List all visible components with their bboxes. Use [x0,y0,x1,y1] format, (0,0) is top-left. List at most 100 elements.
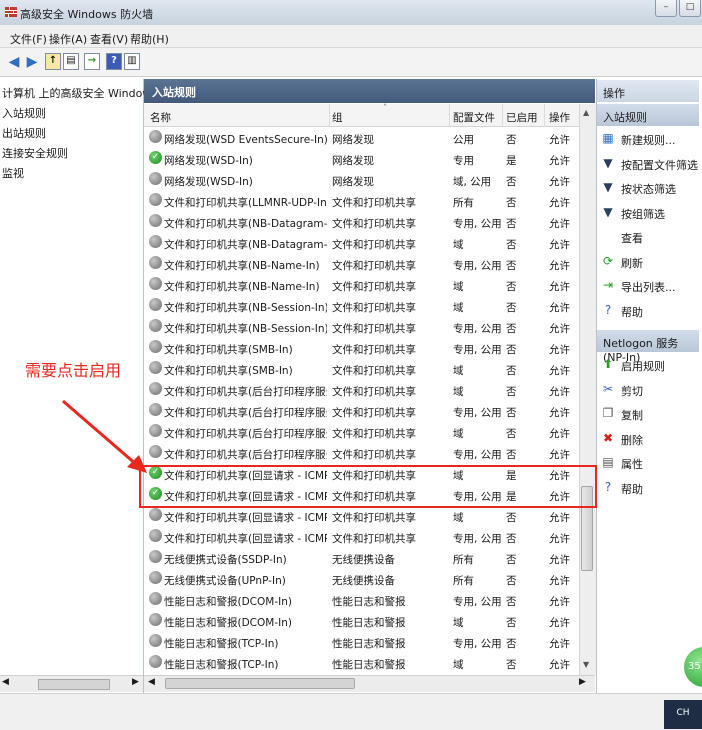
table-row[interactable]: 文件和打印机共享(NB-Datagram-In) 文件和打印机共享 专用, 公用否 允… [144,211,579,232]
forward-icon[interactable]: ▶ [24,54,40,70]
table-row[interactable]: 性能日志和警报(DCOM-In) 性能日志和警报 域 否 允许 [144,610,579,631]
rule-enabled: 否 [506,176,517,188]
rule-group: 文件和打印机共享 [332,407,416,419]
table-row[interactable]: 网络发现(WSD EventsSecure-In) 网络发现 公用 否 允许 [144,127,579,148]
rule-group: 文件和打印机共享 [332,386,416,398]
scroll-right-icon[interactable]: ▶ [579,677,586,687]
col-name[interactable]: 名称 [150,110,171,125]
scroll-right-icon[interactable]: ▶ [132,677,139,687]
rule-disabled-icon [149,655,162,668]
col-group[interactable]: 组 [332,110,343,125]
action-item[interactable]: ▼ 按状态筛选 [601,178,697,198]
rule-enabled: 否 [506,344,517,356]
export-icon[interactable]: → [84,53,100,70]
table-row[interactable]: 文件和打印机共享(NB-Name-In) 文件和打印机共享 域 否 允许 [144,274,579,295]
show-hide-tree-icon[interactable]: ▤ [63,53,79,70]
rule-name: 无线便携式设备(SSDP-In) [164,554,287,566]
scroll-up-icon[interactable]: ▲ [583,108,589,117]
table-row[interactable]: 网络发现(WSD-In) 网络发现 域, 公用 否 允许 [144,169,579,190]
rule-group: 网络发现 [332,155,374,167]
table-row[interactable]: 无线便携式设备(UPnP-In) 无线便携设备 所有 否 允许 [144,568,579,589]
selected-rule-header[interactable]: Netlogon 服务(NP-In) [597,330,699,364]
horizontal-scroll-thumb[interactable] [165,678,355,689]
minimize-button[interactable]: – [655,0,677,17]
scroll-down-icon[interactable]: ▼ [583,660,589,669]
tree-item-connection-security[interactable]: 连接安全规则 [2,145,68,161]
table-row[interactable]: 性能日志和警报(TCP-In) 性能日志和警报 专用, 公用否 允许 [144,631,579,652]
filter-icon: ▼ [603,155,613,170]
table-row[interactable]: 文件和打印机共享(后台打印程序服务 - R... 文件和打印机共享 域 否 允许 [144,421,579,442]
table-row[interactable]: 文件和打印机共享(NB-Name-In) 文件和打印机共享 专用, 公用否 允许 [144,253,579,274]
action-item[interactable]: ▼ 按组筛选 [601,203,697,223]
menu-view[interactable]: 查看(V) [90,31,128,47]
help-icon[interactable]: ? [106,53,122,70]
rule-name: 性能日志和警报(DCOM-In) [164,617,292,629]
action-item[interactable]: 查看 [601,227,697,247]
rule-group: 文件和打印机共享 [332,197,416,209]
action-item[interactable]: ? 帮助 [601,301,697,321]
scroll-left-icon[interactable]: ◀ [2,677,9,687]
action-item[interactable]: ? 帮助 [601,478,697,498]
scroll-left-icon[interactable]: ◀ [148,677,155,687]
rule-enabled: 否 [506,218,517,230]
table-row[interactable]: 文件和打印机共享(NB-Session-In) 文件和打印机共享 专用, 公用否 允许 [144,316,579,337]
rule-group: 无线便携设备 [332,575,395,587]
tree-scroll-thumb[interactable] [38,679,110,690]
rule-disabled-icon [149,235,162,248]
rule-disabled-icon [149,298,162,311]
table-row[interactable]: 文件和打印机共享(SMB-In) 文件和打印机共享 域 否 允许 [144,358,579,379]
vertical-scrollbar[interactable]: ▲ ▼ [579,104,596,675]
action-item[interactable]: ⇥ 导出列表... [601,276,697,296]
col-action[interactable]: 操作 [549,110,570,125]
action-item[interactable]: ▼ 按配置文件筛选 [601,154,698,174]
table-row[interactable]: 文件和打印机共享(后台打印程序服务 - R... 文件和打印机共享 专用, 公用否 允… [144,400,579,421]
action-label: 复制 [621,409,643,422]
rule-group: 网络发现 [332,176,374,188]
action-label: 查看 [621,232,643,245]
annotation-arrow-icon [62,399,147,473]
table-row[interactable]: 文件和打印机共享(回显请求 - ICMPv6-In) 文件和打印机共享 域 否 允许 [144,505,579,526]
rule-action: 允许 [549,638,570,650]
table-row[interactable]: ✓ 网络发现(WSD-In) 网络发现 专用 是 允许 [144,148,579,169]
action-item[interactable]: ▦ 新建规则... [601,129,697,149]
table-row[interactable]: 性能日志和警报(TCP-In) 性能日志和警报 域 否 允许 [144,652,579,673]
action-item[interactable]: ⬆ 启用规则 [601,355,697,375]
action-label: 帮助 [621,482,643,496]
menu-help[interactable]: 帮助(H) [130,31,169,47]
table-row[interactable]: 文件和打印机共享(回显请求 - ICMPv6-In) 文件和打印机共享 专用, 公用… [144,526,579,547]
actions-subsection-header[interactable]: 入站规则 [597,104,699,126]
menu-action[interactable]: 操作(A) [49,31,87,47]
menu-file[interactable]: 文件(F) [10,31,47,47]
show-hide-action-pane-icon[interactable]: ▥ [124,53,140,70]
col-enabled[interactable]: 已启用 [506,110,538,125]
rule-name: 文件和打印机共享(NB-Datagram-In) [164,218,327,230]
rule-enabled: 否 [506,365,517,377]
language-indicator[interactable]: CH [664,700,702,729]
tree-horizontal-scrollbar[interactable]: ◀ ▶ [0,675,143,692]
action-item[interactable]: ⟳ 刷新 [601,252,697,272]
up-folder-icon[interactable]: ↑ [45,53,61,70]
action-item[interactable]: ❐ 复制 [601,404,697,424]
table-row[interactable]: 性能日志和警报(DCOM-In) 性能日志和警报 专用, 公用否 允许 [144,589,579,610]
rule-group: 文件和打印机共享 [332,428,416,440]
action-item[interactable]: ✂ 剪切 [601,380,697,400]
table-row[interactable]: 文件和打印机共享(NB-Session-In) 文件和打印机共享 域 否 允许 [144,295,579,316]
table-row[interactable]: 文件和打印机共享(后台打印程序服务 - R... 文件和打印机共享 域 否 允许 [144,379,579,400]
rule-action: 允许 [549,575,570,587]
table-row[interactable]: 无线便携式设备(SSDP-In) 无线便携设备 所有 否 允许 [144,547,579,568]
tree-item-monitoring[interactable]: 监视 [2,165,24,181]
table-row[interactable]: 文件和打印机共享(NB-Datagram-In) 文件和打印机共享 域 否 允许 [144,232,579,253]
action-item[interactable]: ▤ 属性 [601,453,697,473]
tree-item-inbound-rules[interactable]: 入站规则 [2,105,46,121]
table-row[interactable]: 文件和打印机共享(SMB-In) 文件和打印机共享 专用, 公用否 允许 [144,337,579,358]
tree-item-outbound-rules[interactable]: 出站规则 [2,125,46,141]
rule-action: 允许 [549,155,570,167]
maximize-button[interactable]: □ [679,0,701,17]
table-row[interactable]: 文件和打印机共享(LLMNR-UDP-In) 文件和打印机共享 所有 否 允许 [144,190,579,211]
col-profile[interactable]: 配置文件 [453,110,495,125]
rule-disabled-icon [149,571,162,584]
rule-name: 文件和打印机共享(SMB-In) [164,365,293,377]
action-item[interactable]: ✖ 删除 [601,429,697,449]
table-row[interactable]: 文件和打印机共享(后台打印程序服务 - R... 文件和打印机共享 专用, 公用否 允… [144,442,579,463]
back-icon[interactable]: ◀ [6,54,22,70]
